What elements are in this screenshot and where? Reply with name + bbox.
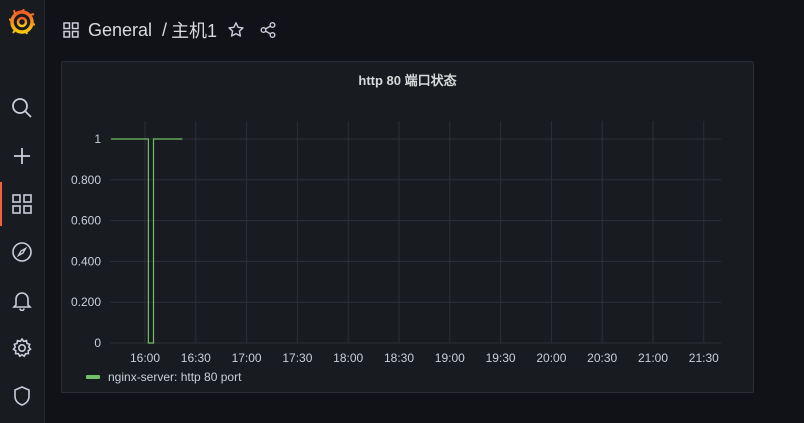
legend-swatch xyxy=(86,375,100,379)
x-tick-label: 17:30 xyxy=(282,351,312,362)
sidebar xyxy=(0,0,45,423)
x-tick-label: 16:00 xyxy=(130,351,160,362)
y-tick-label: 1 xyxy=(94,132,101,146)
compass-icon[interactable] xyxy=(8,238,36,266)
dashboard-header: General / 主机1 xyxy=(60,16,279,44)
x-tick-label: 19:00 xyxy=(435,351,465,362)
breadcrumb-separator: / xyxy=(162,19,168,40)
graph-panel[interactable]: http 80 端口状态 0 0.200 0.400 0.600 0.800 1 16:00… xyxy=(61,61,754,393)
legend-label: nginx-server: http 80 port xyxy=(108,370,242,384)
y-tick-label: 0 xyxy=(94,336,101,350)
x-tick-label: 18:30 xyxy=(384,351,414,362)
x-tick-label: 20:00 xyxy=(536,351,566,362)
plus-icon[interactable] xyxy=(8,142,36,170)
star-icon[interactable] xyxy=(225,19,247,41)
line-chart[interactable]: 0 0.200 0.400 0.600 0.800 1 16:00 16:30 17:00 17:… xyxy=(62,62,753,362)
x-tick-label: 20:30 xyxy=(587,351,617,362)
x-tick-label: 21:00 xyxy=(638,351,668,362)
grafana-logo-icon[interactable] xyxy=(8,8,36,36)
y-tick-label: 0.600 xyxy=(71,214,101,228)
series-line xyxy=(111,138,183,344)
active-indicator xyxy=(0,182,2,226)
bell-icon[interactable] xyxy=(8,286,36,314)
x-tick-label: 16:30 xyxy=(181,351,211,362)
x-tick-label: 19:30 xyxy=(486,351,516,362)
breadcrumb-dashboard[interactable]: 主机1 xyxy=(171,17,217,43)
y-tick-label: 0.400 xyxy=(71,254,101,268)
breadcrumb-folder[interactable]: General xyxy=(88,20,152,41)
y-tick-label: 0.800 xyxy=(71,173,101,187)
search-icon[interactable] xyxy=(8,94,36,122)
x-tick-label: 18:00 xyxy=(333,351,363,362)
y-tick-label: 0.200 xyxy=(71,295,101,309)
gear-icon[interactable] xyxy=(8,334,36,362)
x-tick-label: 17:00 xyxy=(232,351,262,362)
dashboards-grid-icon[interactable] xyxy=(60,19,82,41)
share-icon[interactable] xyxy=(257,19,279,41)
shield-icon[interactable] xyxy=(8,382,36,410)
x-tick-label: 21:30 xyxy=(689,351,719,362)
legend[interactable]: nginx-server: http 80 port xyxy=(86,370,241,384)
dashboards-icon[interactable] xyxy=(8,190,36,218)
